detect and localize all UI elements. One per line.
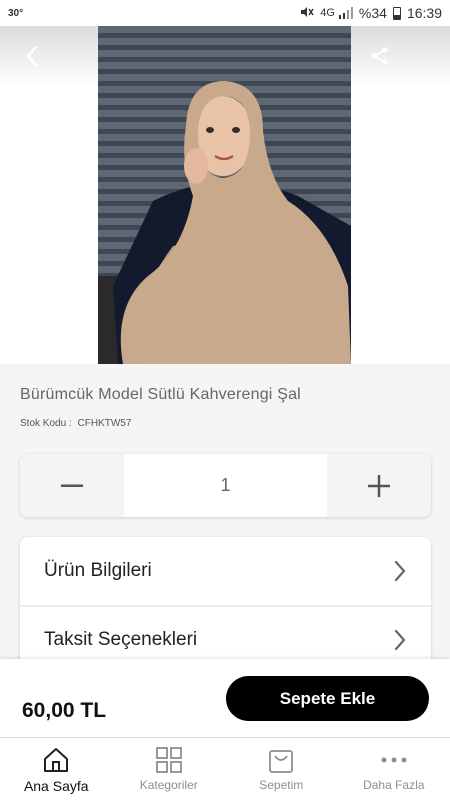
purchase-bar: 60,00 TL Sepete Ekle (0, 659, 450, 737)
network-indicator: 4G (320, 7, 353, 19)
add-to-cart-button[interactable]: Sepete Ekle (226, 676, 429, 721)
home-icon (42, 746, 70, 774)
clock: 16:39 (406, 5, 442, 21)
product-title: Bürümcük Model Sütlü Kahverengi Şal (20, 386, 301, 403)
quantity-stepper: 1 (20, 454, 431, 517)
plus-icon (368, 474, 390, 497)
sku-line: Stok Kodu : CFHKTW57 (20, 418, 131, 429)
nav-item-cart[interactable]: Sepetim (225, 738, 338, 800)
bottom-navigation: Ana Sayfa Kategoriler Sepetim Daha Fazla (0, 737, 450, 800)
chevron-left-icon (26, 45, 38, 67)
product-gallery (0, 26, 450, 364)
product-info-card: Ürün Bilgileri Taksit Seçenekleri (20, 537, 431, 667)
decrease-quantity-button[interactable] (20, 454, 124, 517)
chevron-right-icon (394, 629, 406, 651)
product-image[interactable] (98, 26, 351, 364)
nav-label: Ana Sayfa (23, 778, 89, 794)
battery-percent: %34 (358, 5, 387, 21)
battery-icon (392, 6, 401, 20)
back-button[interactable] (12, 36, 52, 76)
nav-item-categories[interactable]: Kategoriler (113, 738, 226, 800)
mute-icon (300, 5, 314, 21)
temperature-indicator: 30° (8, 7, 24, 19)
status-bar: 30° 4G %34 16:39 (0, 0, 450, 26)
bag-icon (267, 746, 295, 774)
minus-icon (61, 484, 83, 487)
product-photo-illustration (98, 26, 351, 364)
info-row-label: Taksit Seçenekleri (44, 629, 198, 650)
product-details-row[interactable]: Ürün Bilgileri (20, 537, 431, 605)
product-price: 60,00 TL (22, 699, 107, 722)
network-type: 4G (320, 7, 335, 19)
signal-icon (338, 7, 353, 19)
quantity-value[interactable]: 1 (124, 454, 327, 517)
nav-label: Sepetim (259, 778, 304, 792)
grid-icon (155, 746, 183, 774)
share-icon (371, 47, 388, 65)
sku-label: Stok Kodu : (20, 418, 72, 429)
nav-item-more[interactable]: Daha Fazla (338, 738, 450, 800)
more-icon (379, 746, 409, 774)
chevron-right-icon (394, 560, 406, 582)
installment-options-row[interactable]: Taksit Seçenekleri (20, 605, 431, 667)
nav-label: Daha Fazla (363, 778, 425, 792)
status-icons: 4G %34 16:39 (300, 5, 442, 21)
sku-value: CFHKTW57 (77, 418, 132, 429)
share-button[interactable] (360, 36, 400, 76)
nav-label: Kategoriler (139, 778, 198, 792)
info-row-label: Ürün Bilgileri (44, 560, 152, 581)
increase-quantity-button[interactable] (327, 454, 431, 517)
nav-item-home[interactable]: Ana Sayfa (0, 738, 113, 800)
